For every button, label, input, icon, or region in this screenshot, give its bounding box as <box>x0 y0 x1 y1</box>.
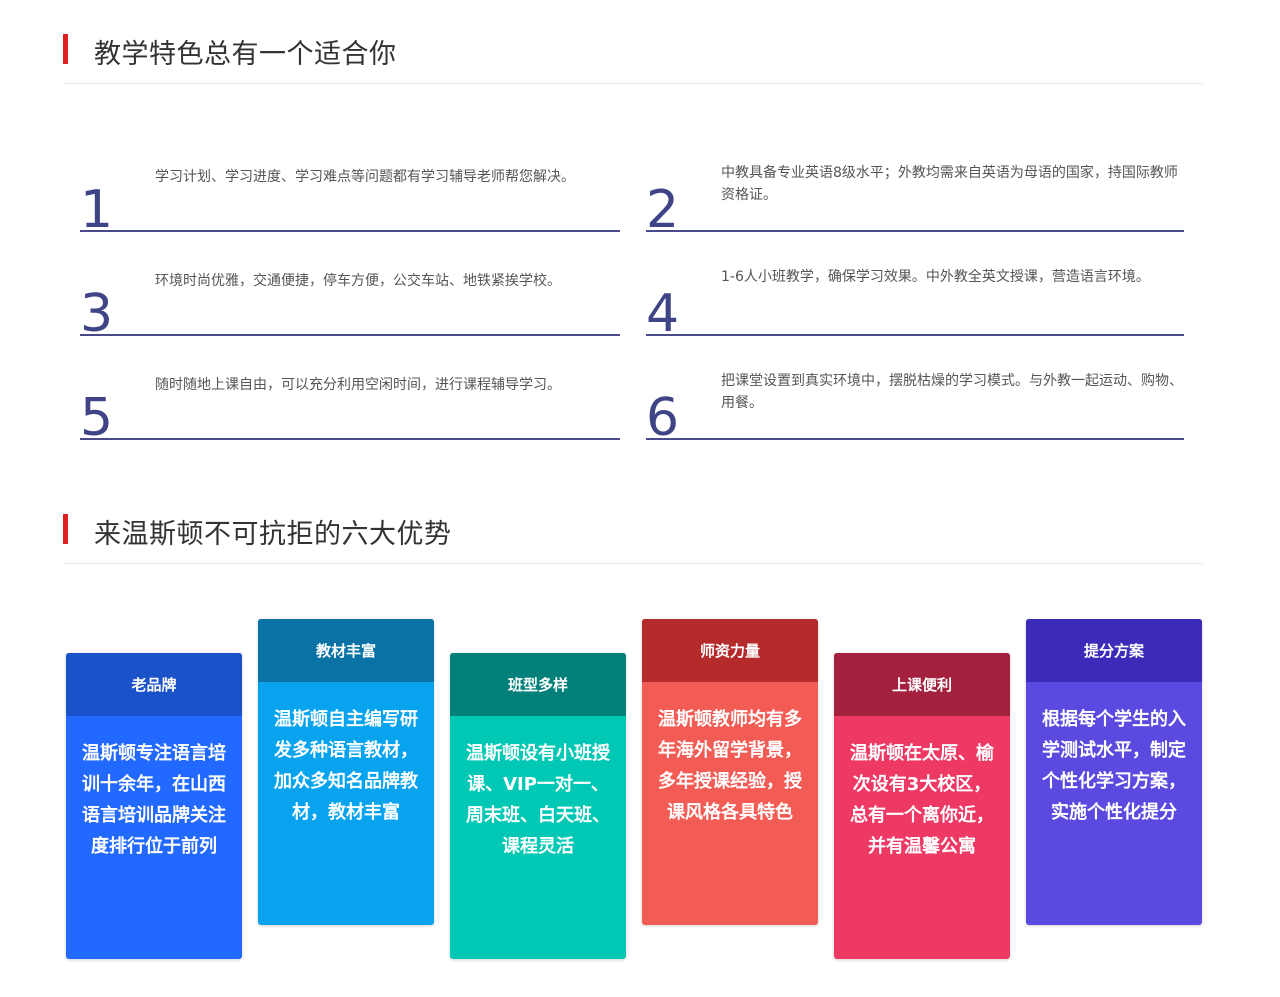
section-title-teaching-features: 教学特色总有一个适合你 <box>63 34 1203 84</box>
advantage-card-class-types[interactable]: 班型多样 温斯顿设有小班授课、VIP一对一、周末班、白天班、课程灵活 <box>450 653 626 959</box>
title-accent-bar <box>63 34 68 64</box>
feature-item: 1 学习计划、学习进度、学习难点等问题都有学习辅导老师帮您解决。 <box>80 162 620 236</box>
advantage-card-score-plan[interactable]: 提分方案 根据每个学生的入学测试水平，制定个性化学习方案，实施个性化提分 <box>1026 619 1202 925</box>
feature-number: 2 <box>646 180 680 240</box>
card-title: 提分方案 <box>1026 619 1202 682</box>
feature-item: 2 中教具备专业英语8级水平；外教均需来自英语为母语的国家，持国际教师资格证。 <box>646 162 1184 236</box>
feature-item: 5 随时随地上课自由，可以充分利用空闲时间，进行课程辅导学习。 <box>80 370 620 444</box>
feature-item: 4 1-6人小班教学，确保学习效果。中外教全英文授课，营造语言环境。 <box>646 266 1184 340</box>
feature-item: 6 把课堂设置到真实环境中，摆脱枯燥的学习模式。与外教一起运动、购物、用餐。 <box>646 370 1184 444</box>
title-accent-bar <box>63 514 68 544</box>
card-title: 教材丰富 <box>258 619 434 682</box>
feature-item: 3 环境时尚优雅，交通便捷，停车方便，公交车站、地铁紧挨学校。 <box>80 266 620 340</box>
feature-number: 6 <box>646 388 680 448</box>
card-title: 师资力量 <box>642 619 818 682</box>
card-text: 温斯顿专注语言培训十余年，在山西语言培训品牌关注度排行位于前列 <box>82 743 226 857</box>
card-text: 温斯顿自主编写研发多种语言教材，加众多知名品牌教材，教材丰富 <box>274 709 418 823</box>
feature-number: 4 <box>646 284 680 344</box>
feature-number: 3 <box>80 284 114 344</box>
feature-number: 5 <box>80 388 114 448</box>
card-title: 老品牌 <box>66 653 242 716</box>
feature-description: 1-6人小班教学，确保学习效果。中外教全英文授课，营造语言环境。 <box>721 269 1150 285</box>
feature-description: 学习计划、学习进度、学习难点等问题都有学习辅导老师帮您解决。 <box>155 169 575 185</box>
advantage-card-old-brand[interactable]: 老品牌 温斯顿专注语言培训十余年，在山西语言培训品牌关注度排行位于前列 <box>66 653 242 959</box>
advantage-card-materials[interactable]: 教材丰富 温斯顿自主编写研发多种语言教材，加众多知名品牌教材，教材丰富 <box>258 619 434 925</box>
section-title-six-advantages: 来温斯顿不可抗拒的六大优势 <box>63 514 1203 564</box>
section-title-text: 教学特色总有一个适合你 <box>94 39 397 70</box>
card-title: 班型多样 <box>450 653 626 716</box>
feature-description: 中教具备专业英语8级水平；外教均需来自英语为母语的国家，持国际教师资格证。 <box>721 165 1178 203</box>
feature-description: 环境时尚优雅，交通便捷，停车方便，公交车站、地铁紧挨学校。 <box>155 273 561 289</box>
card-text: 温斯顿设有小班授课、VIP一对一、周末班、白天班、课程灵活 <box>466 743 610 857</box>
advantage-card-teachers[interactable]: 师资力量 温斯顿教师均有多年海外留学背景，多年授课经验，授课风格各具特色 <box>642 619 818 925</box>
card-text: 根据每个学生的入学测试水平，制定个性化学习方案，实施个性化提分 <box>1042 709 1186 823</box>
card-title: 上课便利 <box>834 653 1010 716</box>
feature-number: 1 <box>80 180 114 240</box>
feature-description: 把课堂设置到真实环境中，摆脱枯燥的学习模式。与外教一起运动、购物、用餐。 <box>721 373 1183 411</box>
section-title-text: 来温斯顿不可抗拒的六大优势 <box>94 519 452 550</box>
feature-description: 随时随地上课自由，可以充分利用空闲时间，进行课程辅导学习。 <box>155 377 561 393</box>
card-text: 温斯顿在太原、榆次设有3大校区，总有一个离你近，并有温馨公寓 <box>850 743 994 857</box>
advantage-card-convenience[interactable]: 上课便利 温斯顿在太原、榆次设有3大校区，总有一个离你近，并有温馨公寓 <box>834 653 1010 959</box>
card-text: 温斯顿教师均有多年海外留学背景，多年授课经验，授课风格各具特色 <box>658 709 802 823</box>
